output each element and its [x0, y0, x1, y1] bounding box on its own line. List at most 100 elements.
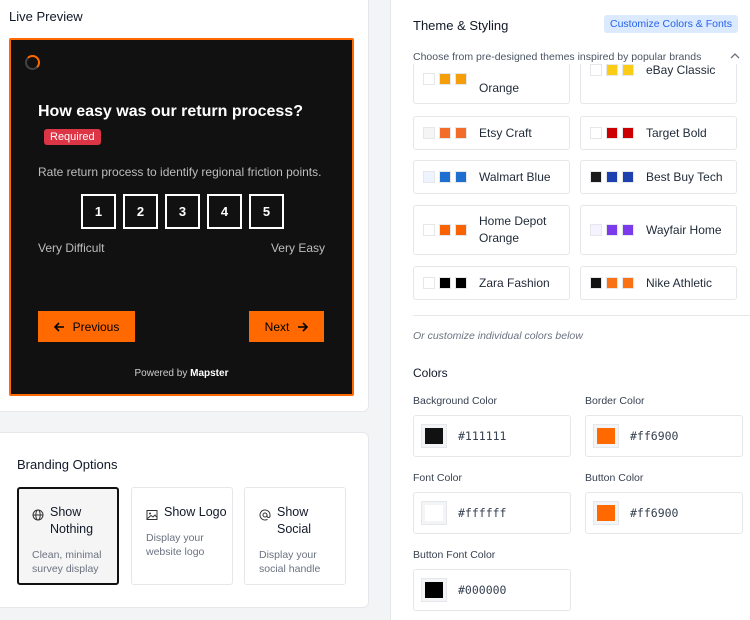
at-icon [259, 509, 271, 521]
swatch [622, 224, 634, 236]
image-icon [146, 510, 158, 520]
previous-button[interactable]: Previous [38, 311, 135, 342]
theme-swatches [590, 171, 634, 183]
theme-list: Orange eBay Classic Etsy Craft Target Bo… [391, 64, 750, 314]
theme-swatches [590, 224, 634, 236]
rating-option-1[interactable]: 1 [81, 194, 116, 229]
swatch [455, 277, 467, 289]
button-font-color-label: Button Font Color [413, 549, 496, 561]
swatch [439, 277, 451, 289]
button-color-value[interactable]: #ff6900 [630, 506, 678, 520]
border-color-swatch[interactable] [593, 424, 619, 448]
branding-option-name: Show Logo [164, 505, 227, 519]
theme-tile-walmart-blue[interactable]: Walmart Blue [413, 160, 570, 194]
rating-option-3[interactable]: 3 [165, 194, 200, 229]
swatch [590, 127, 602, 139]
globe-icon [32, 509, 44, 521]
survey-helper-text: Rate return process to identify regional… [38, 165, 322, 179]
swatch [622, 277, 634, 289]
background-color-swatch[interactable] [421, 424, 447, 448]
swatch [606, 171, 618, 183]
live-preview-card: Live Preview How easy was our return pro… [0, 0, 369, 412]
settings-panel: Theme & Styling Customize Colors & Fonts… [390, 0, 750, 620]
divider [413, 315, 750, 316]
survey-question: How easy was our return process? [38, 103, 303, 120]
theme-tile-best-buy-tech[interactable]: Best Buy Tech [580, 160, 737, 194]
button-color-swatch[interactable] [593, 501, 619, 525]
swatch [455, 224, 467, 236]
swatch [423, 224, 435, 236]
theme-name: Walmart Blue [479, 169, 551, 184]
button-color-field[interactable]: #ff6900 [585, 492, 743, 534]
theme-tile-orange[interactable]: Orange [413, 64, 570, 104]
arrow-left-icon [53, 321, 64, 332]
theme-swatches [423, 171, 467, 183]
swatch [423, 171, 435, 183]
button-font-color-field[interactable]: #000000 [413, 569, 571, 611]
theme-tile-etsy-craft[interactable]: Etsy Craft [413, 116, 570, 150]
powered-by-prefix: Powered by [134, 368, 188, 379]
branding-options-title: Branding Options [17, 457, 118, 472]
theme-tile-ebay-classic[interactable]: eBay Classic [580, 64, 737, 104]
swatch [423, 73, 435, 85]
theme-swatches [423, 73, 467, 85]
required-badge: Required [44, 129, 101, 145]
theme-name: Orange [479, 80, 520, 95]
rating-option-2[interactable]: 2 [123, 194, 158, 229]
font-color-field[interactable]: #ffffff [413, 492, 571, 534]
font-color-label: Font Color [413, 472, 463, 484]
branding-option-name: Show Social [277, 505, 312, 536]
swatch [622, 127, 634, 139]
scale-min-label: Very Difficult [38, 241, 105, 255]
branding-option-name: Show Nothing [50, 505, 94, 536]
border-color-field[interactable]: #ff6900 [585, 415, 743, 457]
next-button[interactable]: Next [249, 311, 324, 342]
custom-colors-hint: Or customize individual colors below [413, 330, 583, 342]
theme-tile-zara-fashion[interactable]: Zara Fashion [413, 266, 570, 300]
live-preview-title: Live Preview [9, 9, 83, 24]
branding-option-desc: Clean, minimal survey display [32, 549, 102, 575]
theme-tile-target-bold[interactable]: Target Bold [580, 116, 737, 150]
theme-swatches [590, 277, 634, 289]
theme-tile-home-depot-orange[interactable]: Home Depot Orange [413, 205, 570, 255]
rating-scale: 1 2 3 4 5 [81, 194, 284, 229]
swatch [622, 171, 634, 183]
customize-colors-fonts-tab[interactable]: Customize Colors & Fonts [604, 15, 738, 33]
border-color-value[interactable]: #ff6900 [630, 429, 678, 443]
swatch [622, 64, 634, 76]
swatch [439, 73, 451, 85]
theme-tile-nike-athletic[interactable]: Nike Athletic [580, 266, 737, 300]
button-font-color-swatch[interactable] [421, 578, 447, 602]
swatch [606, 224, 618, 236]
powered-by-brand: Mapster [190, 368, 229, 379]
font-color-value[interactable]: #ffffff [458, 506, 506, 520]
swatch [455, 127, 467, 139]
theme-tile-wayfair-home[interactable]: Wayfair Home [580, 205, 737, 255]
button-font-color-value[interactable]: #000000 [458, 583, 506, 597]
swatch [606, 127, 618, 139]
theme-name: Etsy Craft [479, 125, 532, 140]
branding-option-show-nothing[interactable]: Show Nothing Clean, minimal survey displ… [17, 487, 119, 585]
rating-option-5[interactable]: 5 [249, 194, 284, 229]
swatch [423, 127, 435, 139]
swatch [439, 127, 451, 139]
theme-swatches [423, 224, 467, 236]
rating-option-4[interactable]: 4 [207, 194, 242, 229]
theme-name: eBay Classic [646, 64, 716, 77]
survey-preview: How easy was our return process? Require… [9, 38, 354, 396]
swatch [439, 224, 451, 236]
branding-option-show-logo[interactable]: Show Logo Display your website logo [131, 487, 233, 585]
swatch [590, 64, 602, 76]
chevron-up-icon[interactable] [730, 52, 740, 60]
button-color-label: Button Color [585, 472, 644, 484]
background-color-field[interactable]: #111111 [413, 415, 571, 457]
theme-name: Zara Fashion [479, 275, 550, 290]
swatch [590, 277, 602, 289]
next-button-label: Next [264, 319, 290, 334]
font-color-swatch[interactable] [421, 501, 447, 525]
swatch [606, 64, 618, 76]
background-color-value[interactable]: #111111 [458, 429, 506, 443]
theme-styling-title: Theme & Styling [413, 18, 509, 33]
branding-option-show-social[interactable]: Show Social Display your social handle [244, 487, 346, 585]
left-panel: Live Preview How easy was our return pro… [0, 0, 370, 620]
